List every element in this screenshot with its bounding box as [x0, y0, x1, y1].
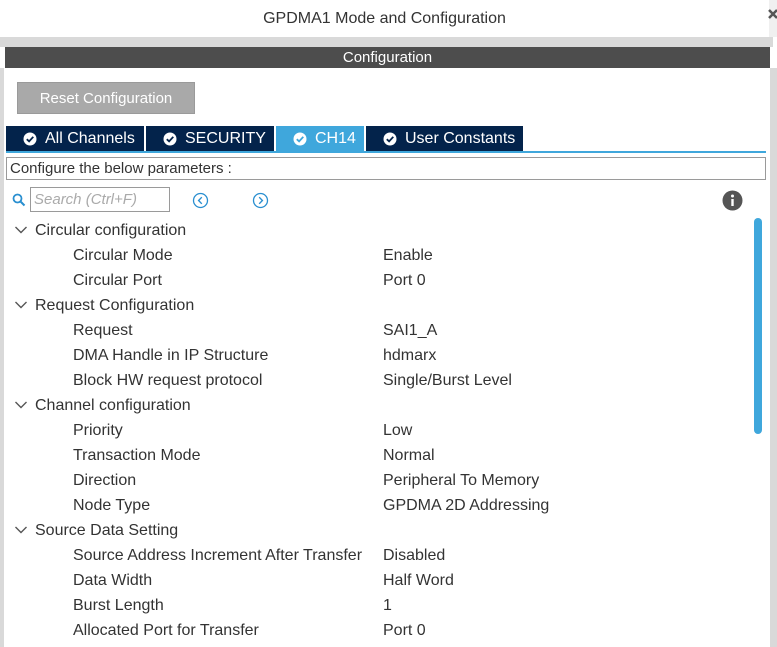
tab-label: All Channels	[45, 129, 135, 147]
parameter-name: Priority	[73, 421, 123, 439]
parameter-value[interactable]: Normal	[383, 447, 435, 465]
group-header-circular-configuration[interactable]: Circular configuration	[6, 218, 752, 243]
parameter-name: Burst Length	[73, 596, 164, 614]
check-circle-icon	[383, 132, 397, 145]
group-title: Channel configuration	[35, 396, 191, 414]
window-title: GPDMA1 Mode and Configuration	[0, 0, 769, 38]
parameter-name: DMA Handle in IP Structure	[73, 346, 269, 364]
parameter-name: Direction	[73, 471, 137, 489]
check-circle-icon	[23, 132, 37, 145]
parameter-row[interactable]: Node Type GPDMA 2D Addressing	[6, 493, 752, 518]
circle-chevron-left-icon[interactable]	[192, 192, 209, 209]
parameter-row[interactable]: Data Width Half Word	[6, 568, 752, 593]
group-header-channel-configuration[interactable]: Channel configuration	[6, 393, 752, 418]
parameter-name: Data Width	[73, 571, 153, 589]
tab-bar: All Channels SECURITY CH14 User Constant…	[6, 126, 766, 153]
info-icon[interactable]	[722, 190, 743, 211]
parameter-name: Block HW request protocol	[73, 371, 263, 389]
parameter-value[interactable]: Peripheral To Memory	[383, 472, 539, 490]
group-title: Circular configuration	[35, 221, 187, 239]
parameter-row[interactable]: Priority Low	[6, 418, 752, 443]
close-icon	[768, 9, 777, 19]
parameter-row[interactable]: DMA Handle in IP Structure hdmarx	[6, 343, 752, 368]
parameter-row[interactable]: Circular Port Port 0	[6, 268, 752, 293]
parameter-value[interactable]: Single/Burst Level	[383, 372, 512, 390]
scrollbar-thumb[interactable]	[754, 218, 762, 434]
parameter-name: Node Type	[73, 496, 151, 514]
check-circle-icon	[163, 132, 177, 145]
parameters-label: Configure the below parameters :	[6, 157, 766, 180]
tab-label: CH14	[315, 129, 356, 147]
parameter-name: Transaction Mode	[73, 446, 201, 464]
parameter-value[interactable]: SAI1_A	[383, 322, 437, 340]
parameter-value[interactable]: GPDMA 2D Addressing	[383, 497, 549, 515]
parameter-row[interactable]: Allocated Port for Transfer Port 0	[6, 618, 752, 643]
parameter-row[interactable]: Burst Length 1	[6, 593, 752, 618]
chevron-down-icon[interactable]	[14, 400, 28, 410]
parameter-value[interactable]: Enable	[383, 247, 433, 265]
parameter-value[interactable]: Low	[383, 422, 412, 440]
parameter-row[interactable]: Direction Peripheral To Memory	[6, 468, 752, 493]
parameter-row[interactable]: Request SAI1_A	[6, 318, 752, 343]
configuration-header: Configuration	[5, 47, 770, 68]
tab-security[interactable]: SECURITY	[146, 126, 274, 151]
parameter-row[interactable]: Transaction Mode Normal	[6, 443, 752, 468]
parameter-row[interactable]: Block HW request protocol Single/Burst L…	[6, 368, 752, 393]
chevron-down-icon[interactable]	[14, 525, 28, 535]
group-header-request-configuration[interactable]: Request Configuration	[6, 293, 752, 318]
tab-ch14[interactable]: CH14	[276, 126, 364, 151]
frame-top	[0, 37, 773, 47]
chevron-down-icon[interactable]	[14, 300, 28, 310]
parameter-name: Request	[73, 321, 133, 339]
group-header-source-data-setting[interactable]: Source Data Setting	[6, 518, 752, 543]
parameter-value[interactable]: Half Word	[383, 572, 454, 590]
reset-configuration-button[interactable]: Reset Configuration	[17, 82, 195, 114]
parameter-value[interactable]: hdmarx	[383, 347, 436, 365]
check-circle-icon	[293, 132, 307, 145]
search-icon[interactable]	[12, 193, 26, 207]
tab-label: SECURITY	[185, 129, 266, 147]
tab-all-channels[interactable]: All Channels	[6, 126, 144, 151]
parameter-value[interactable]: Port 0	[383, 622, 426, 640]
parameter-value[interactable]: Disabled	[383, 547, 445, 565]
parameter-name: Allocated Port for Transfer	[73, 621, 259, 639]
parameter-name: Circular Mode	[73, 246, 173, 264]
parameter-name: Source Address Increment After Transfer	[73, 546, 363, 564]
frame-right	[770, 68, 777, 647]
parameter-row[interactable]: Source Address Increment After Transfer …	[6, 543, 752, 568]
frame-left	[0, 68, 4, 647]
group-title: Source Data Setting	[35, 521, 179, 539]
parameter-row[interactable]: Circular Mode Enable	[6, 243, 752, 268]
chevron-down-icon[interactable]	[14, 225, 28, 235]
search-input[interactable]	[30, 187, 170, 212]
circle-chevron-right-icon[interactable]	[252, 192, 269, 209]
parameter-value[interactable]: Port 0	[383, 272, 426, 290]
group-title: Request Configuration	[35, 296, 195, 314]
close-button[interactable]	[768, 0, 777, 37]
parameter-name: Circular Port	[73, 271, 162, 289]
tab-label: User Constants	[405, 129, 516, 147]
parameter-value[interactable]: 1	[383, 597, 392, 615]
tab-user-constants[interactable]: User Constants	[366, 126, 523, 151]
